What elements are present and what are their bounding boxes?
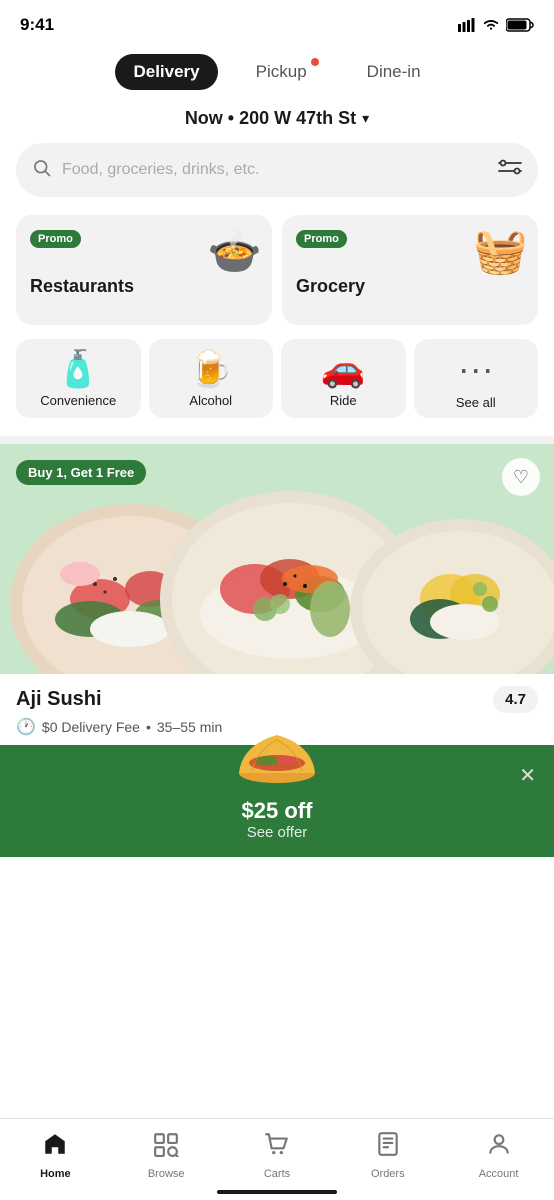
search-bar[interactable]: Food, groceries, drinks, etc. [16, 143, 538, 197]
convenience-emoji: 🧴 [56, 351, 101, 387]
see-all-label: See all [456, 395, 496, 410]
restaurants-emoji: 🍲 [207, 225, 262, 277]
signal-icon [458, 18, 476, 32]
category-restaurants[interactable]: Promo 🍲 Restaurants [16, 215, 272, 325]
deal-badge: Buy 1, Get 1 Free [16, 460, 146, 485]
category-convenience[interactable]: 🧴 Convenience [16, 339, 141, 418]
category-grid-large: Promo 🍲 Restaurants Promo 🧺 Grocery [0, 215, 554, 339]
nav-home-label: Home [40, 1168, 71, 1180]
search-placeholder: Food, groceries, drinks, etc. [62, 161, 488, 179]
nav-browse[interactable]: Browse [136, 1131, 196, 1180]
restaurant-name: Aji Sushi [16, 688, 102, 711]
category-ride[interactable]: 🚗 Ride [281, 339, 406, 418]
category-alcohol[interactable]: 🍺 Alcohol [149, 339, 274, 418]
tab-delivery[interactable]: Delivery [115, 54, 217, 90]
promo-subtitle: See offer [247, 824, 308, 841]
search-icon [32, 158, 52, 183]
convenience-label: Convenience [40, 393, 116, 408]
delivery-separator: • [146, 719, 151, 735]
see-all-icon: ··· [458, 351, 494, 387]
ride-emoji: 🚗 [321, 351, 366, 387]
status-icons [458, 18, 534, 32]
promo-badge-restaurants: Promo [30, 230, 81, 248]
status-bar: 9:41 [0, 0, 554, 44]
dash-pass-icon: 🕐 [16, 717, 36, 737]
nav-browse-label: Browse [148, 1168, 185, 1180]
restaurant-card[interactable]: Buy 1, Get 1 Free ♡ Aji Sushi 4.7 🕐 $0 D… [0, 444, 554, 745]
promo-badge-grocery: Promo [296, 230, 347, 248]
tab-switcher: Delivery Pickup Dine-in [0, 44, 554, 104]
bottom-nav: Home Browse Carts [0, 1118, 554, 1200]
home-indicator [217, 1190, 337, 1194]
filter-icon[interactable] [498, 155, 522, 185]
nav-orders[interactable]: Orders [358, 1131, 418, 1180]
alcohol-emoji: 🍺 [188, 351, 233, 387]
ride-label: Ride [330, 393, 357, 408]
promo-title: $25 off [242, 798, 313, 824]
address-text: Now • 200 W 47th St [185, 108, 356, 129]
home-icon [42, 1131, 68, 1164]
restaurant-image: Buy 1, Get 1 Free ♡ [0, 444, 554, 674]
nav-account[interactable]: Account [469, 1131, 529, 1180]
category-see-all[interactable]: ··· See all [414, 339, 539, 418]
cart-icon [264, 1131, 290, 1164]
restaurants-label: Restaurants [30, 276, 258, 297]
grocery-label: Grocery [296, 276, 524, 297]
section-divider [0, 436, 554, 444]
delivery-fee: $0 Delivery Fee [42, 719, 140, 735]
rating-badge: 4.7 [493, 686, 538, 713]
chevron-down-icon: ▾ [362, 110, 369, 127]
delivery-time: 35–55 min [157, 719, 222, 735]
grocery-emoji: 🧺 [473, 225, 528, 277]
address-bar[interactable]: Now • 200 W 47th St ▾ [0, 104, 554, 143]
status-time: 9:41 [20, 15, 54, 35]
favorite-button[interactable]: ♡ [502, 458, 540, 496]
browse-icon [153, 1131, 179, 1164]
nav-carts-label: Carts [264, 1168, 290, 1180]
pickup-dot [311, 58, 319, 66]
tab-pickup[interactable]: Pickup [238, 54, 329, 90]
nav-orders-label: Orders [371, 1168, 405, 1180]
wifi-icon [482, 18, 500, 32]
promo-banner: $25 off See offer ✕ [0, 745, 554, 857]
category-grocery[interactable]: Promo 🧺 Grocery [282, 215, 538, 325]
battery-icon [506, 18, 534, 32]
restaurant-name-row: Aji Sushi 4.7 [16, 686, 538, 713]
category-grid-small: 🧴 Convenience 🍺 Alcohol 🚗 Ride ··· See a… [0, 339, 554, 436]
alcohol-label: Alcohol [189, 393, 232, 408]
tab-dine-in[interactable]: Dine-in [349, 54, 439, 90]
account-icon [486, 1131, 512, 1164]
orders-icon [375, 1131, 401, 1164]
nav-account-label: Account [479, 1168, 519, 1180]
taco-icon [237, 725, 317, 790]
nav-carts[interactable]: Carts [247, 1131, 307, 1180]
nav-home[interactable]: Home [25, 1131, 85, 1180]
promo-close-button[interactable]: ✕ [519, 763, 536, 788]
